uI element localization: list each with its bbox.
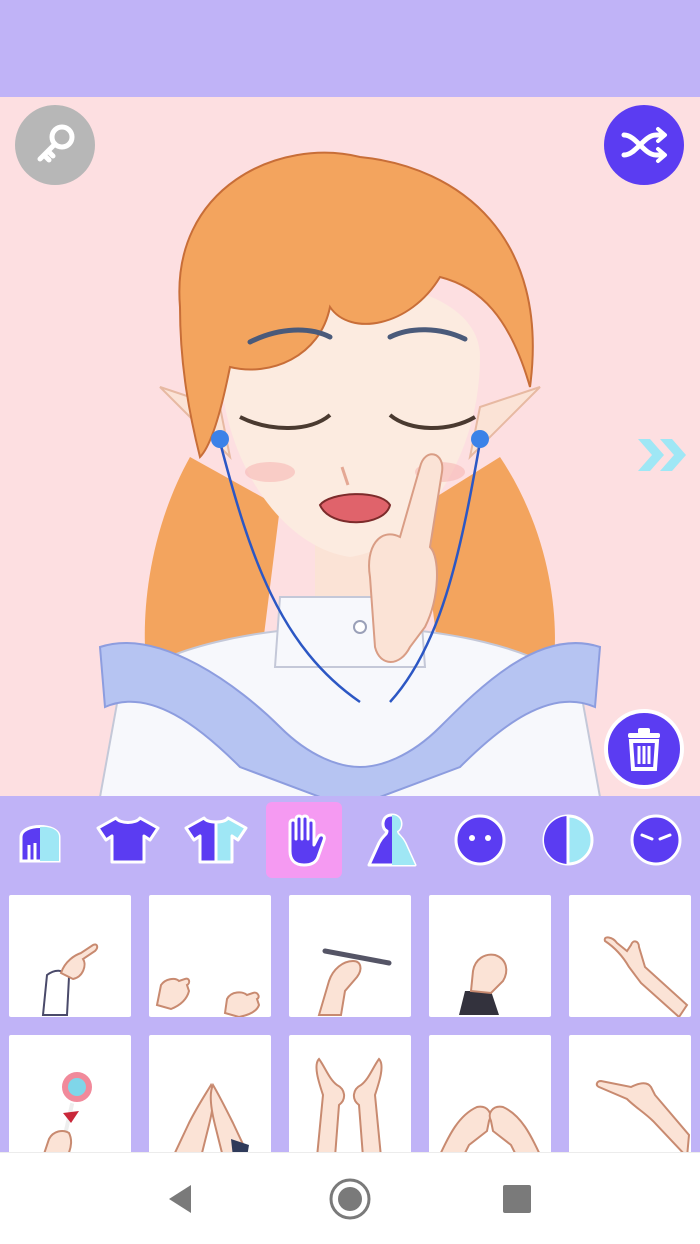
option-pointing-hand-sleeve[interactable] [9,895,131,1017]
claw-hands-icon [155,977,261,1017]
trash-icon [628,728,660,771]
double-chevron-right-icon[interactable] [636,435,690,475]
back-button[interactable] [158,1177,202,1221]
random-shuffle-button[interactable] [604,105,684,185]
option-raised-hand[interactable] [569,895,691,1017]
shirt-icon [96,816,160,864]
option-hand-holding-pen[interactable] [289,895,411,1017]
shirt-two-tone-icon [184,816,248,864]
tab-top-shirt[interactable] [90,802,166,878]
option-heart-hands[interactable] [429,1035,551,1152]
tab-skin-tone[interactable] [530,802,606,878]
tab-hands[interactable] [266,802,342,878]
tab-hair-back[interactable] [2,802,78,878]
pointing-finger-side-icon [595,1079,691,1152]
pointing-hand-sleeve-icon [41,943,99,1016]
option-pointing-finger-side[interactable] [569,1035,691,1152]
tab-eyes[interactable] [618,802,694,878]
tab-shirt-color[interactable] [178,802,254,878]
recents-button[interactable] [495,1177,539,1221]
option-praying-hands[interactable] [149,1035,271,1152]
home-button[interactable] [328,1177,372,1221]
back-triangle-icon [169,1185,191,1213]
option-claw-hands[interactable] [149,895,271,1017]
top-bar [0,0,700,97]
character-preview [98,151,602,796]
hand-holding-lollipop-icon [43,1070,94,1152]
body-silhouette-icon [367,813,417,867]
category-toolbar [0,796,700,884]
delete-button[interactable] [604,709,684,789]
option-open-palms[interactable] [289,1035,411,1152]
hand-holding-pen-icon [317,948,392,1016]
system-nav-bar [0,1152,700,1244]
character-stage [0,97,700,796]
tab-body[interactable] [354,802,430,878]
hand-icon [288,814,326,867]
half-circle-icon [542,814,594,866]
option-hand-holding-lollipop[interactable] [9,1035,131,1152]
eyes-face-icon [630,814,682,866]
face-icon [454,814,506,866]
shuffle-icon [621,127,667,163]
fist-dark-sleeve-icon [459,953,508,1015]
heart-hands-icon [440,1105,540,1152]
unlock-key-button[interactable] [15,105,95,185]
key-icon [37,124,75,163]
home-circle-icon [329,1178,371,1220]
recents-square-icon [503,1185,531,1213]
hand-options-grid [0,884,700,1152]
praying-hands-icon [174,1082,249,1152]
open-palms-icon [315,1057,383,1152]
tab-face[interactable] [442,802,518,878]
option-fist-dark-sleeve[interactable] [429,895,551,1017]
raised-hand-icon [603,936,689,1017]
hair-back-icon [19,825,61,863]
